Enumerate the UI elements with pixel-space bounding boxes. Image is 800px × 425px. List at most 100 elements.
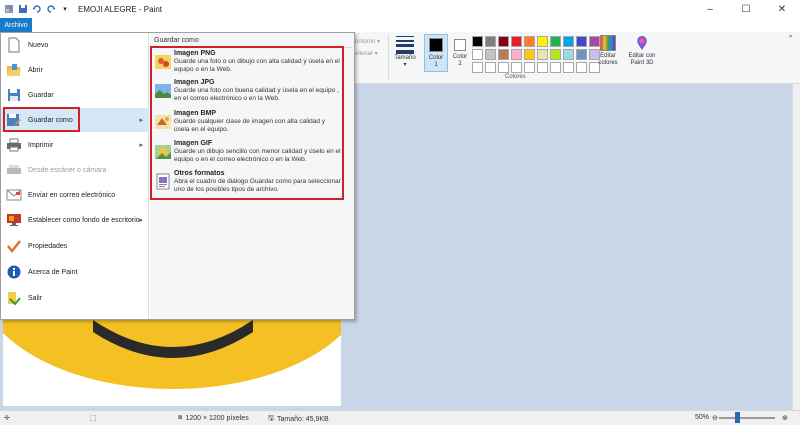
save-format-description: Guarde una foto o un dibujo con alta cal… [174, 58, 340, 73]
redo-icon[interactable] [46, 4, 56, 14]
palette-swatch[interactable] [537, 62, 548, 73]
palette-swatch[interactable] [472, 36, 483, 47]
file-menu-item-label: Guardar [28, 91, 54, 99]
palette-swatch[interactable] [485, 49, 496, 60]
fill-dropdown[interactable]: ellenar ▾ [355, 50, 378, 57]
file-menu-item[interactable]: Nuevo [1, 33, 148, 57]
palette-swatch[interactable] [550, 36, 561, 47]
file-tab[interactable]: Archivo [0, 18, 32, 32]
palette-swatch[interactable] [524, 49, 535, 60]
palette-swatch[interactable] [485, 36, 496, 47]
file-menu-item[interactable]: Desde escáner o cámara [1, 158, 148, 182]
vertical-scrollbar[interactable] [792, 84, 800, 410]
save-format-description: Guarde cualquier clase de imagen con alt… [174, 118, 326, 133]
desktop-background-icon [6, 212, 22, 228]
palette-swatch[interactable] [498, 49, 509, 60]
palette-swatch[interactable] [576, 62, 587, 73]
color1-button[interactable]: Color 1 [424, 34, 448, 72]
file-menu-item[interactable]: Salir [1, 286, 148, 310]
collapse-ribbon-icon[interactable]: ⌃ [787, 34, 794, 43]
file-menu-items: Salir Acerca de Paint Propiedades Establece… [1, 33, 149, 319]
other-formats-icon [154, 173, 172, 191]
title-bar: ▾ EMOJI ALEGRE - Paint – ☐ ✕ [0, 0, 800, 18]
file-menu-item[interactable]: Imprimir ▸ [1, 133, 148, 157]
palette-swatch[interactable] [563, 62, 574, 73]
zoom-in-button[interactable]: ⊕ [782, 414, 788, 422]
open-folder-icon [6, 62, 22, 78]
save-format-text: Imagen BMP Guarde cualquier clase de imag… [174, 109, 342, 134]
close-button[interactable]: ✕ [764, 0, 800, 18]
palette-swatch[interactable] [576, 36, 587, 47]
palette-swatch[interactable] [563, 36, 574, 47]
paint-app-icon [4, 4, 14, 14]
palette-swatch[interactable] [550, 49, 561, 60]
save-format-name: Imagen PNG [174, 50, 216, 57]
png-image-icon [154, 53, 172, 71]
palette-swatch[interactable] [498, 62, 509, 73]
save-icon [6, 87, 22, 103]
info-icon [6, 264, 22, 280]
image-dimensions-icon: ⧈ [178, 414, 183, 421]
bmp-image-icon [154, 113, 172, 131]
zoom-slider[interactable] [719, 417, 775, 419]
image-dimensions: ⧈ 1200 × 1200 píxeles [178, 414, 249, 422]
palette-swatch[interactable] [472, 62, 483, 73]
zoom-out-button[interactable]: ⊖ [712, 414, 718, 422]
submenu-title: Guardar como [154, 37, 199, 44]
file-size-icon: 🖫 [268, 415, 274, 422]
save-format-option[interactable]: Imagen GIF Guarde un dibujo sencillo con … [154, 139, 342, 164]
color-wheel-icon [600, 35, 616, 51]
color1-swatch [429, 38, 443, 52]
palette-swatch[interactable] [524, 36, 535, 47]
save-format-description: Guarde una foto con buena calidad y úsel… [174, 87, 339, 102]
minimize-button[interactable]: – [692, 0, 728, 18]
palette-swatch[interactable] [472, 49, 483, 60]
ribbon-tab-row: Archivo [0, 18, 800, 32]
edit-colors-button[interactable]: Editar colores [596, 35, 620, 67]
file-menu-item[interactable]: Abrir [1, 58, 148, 82]
palette-swatch[interactable] [498, 36, 509, 47]
save-format-option[interactable]: Imagen PNG Guarde una foto o un dibujo co… [154, 49, 342, 74]
chevron-right-icon: ▸ [139, 142, 143, 149]
palette-swatch[interactable] [550, 62, 561, 73]
edit-with-paint3d-button[interactable]: Editar con Paint 3D [624, 35, 660, 67]
file-menu-item[interactable]: Guardar [1, 83, 148, 107]
palette-swatch[interactable] [563, 49, 574, 60]
chevron-down-icon: ▾ [403, 62, 407, 68]
file-menu-item[interactable]: Enviar en correo electrónico [1, 183, 148, 207]
file-menu-item[interactable]: Propiedades [1, 234, 148, 258]
customize-qat-icon[interactable]: ▾ [60, 4, 70, 14]
paint3d-icon [637, 36, 647, 50]
palette-swatch[interactable] [485, 62, 496, 73]
cursor-position-icon: ✛ [4, 415, 10, 422]
undo-icon[interactable] [32, 4, 42, 14]
palette-swatch[interactable] [511, 62, 522, 73]
palette-swatch[interactable] [524, 62, 535, 73]
zoom-slider-thumb[interactable] [735, 412, 740, 423]
save-format-option[interactable]: Otros formatos Abra el cuadro de diálogo … [154, 169, 342, 194]
palette-swatch[interactable] [511, 49, 522, 60]
palette-swatch[interactable] [576, 49, 587, 60]
maximize-button[interactable]: ☐ [728, 0, 764, 18]
save-format-text: Imagen JPG Guarde una foto con buena cali… [174, 78, 342, 103]
file-size: 🖫 Tamaño: 45,9KB [268, 414, 329, 425]
new-file-icon [6, 37, 22, 53]
palette-swatch[interactable] [511, 36, 522, 47]
save-format-option[interactable]: Imagen BMP Guarde cualquier clase de imag… [154, 109, 342, 134]
file-menu-item-label: Salir [28, 294, 43, 302]
color2-button[interactable]: Color 2 [450, 34, 470, 72]
save-format-name: Imagen BMP [174, 110, 217, 117]
palette-swatch[interactable] [537, 36, 548, 47]
file-menu-item[interactable]: Acerca de Paint [1, 260, 148, 284]
save-icon[interactable] [18, 4, 28, 14]
file-menu-item[interactable]: Establecer como fondo de escritorio ▸ [1, 208, 148, 232]
color2-label: Color 2 [452, 54, 468, 67]
palette-swatch[interactable] [537, 49, 548, 60]
file-menu-item-label: Imprimir [28, 141, 54, 149]
outline-dropdown[interactable]: ontorno ▾ [355, 38, 380, 45]
file-menu-item-label: Acerca de Paint [28, 268, 78, 276]
save-format-option[interactable]: Imagen JPG Guarde una foto con buena cali… [154, 78, 342, 103]
size-button[interactable]: Tamaño ▾ [394, 35, 416, 69]
size-label: Tamaño [394, 55, 416, 61]
color2-swatch [454, 39, 466, 51]
